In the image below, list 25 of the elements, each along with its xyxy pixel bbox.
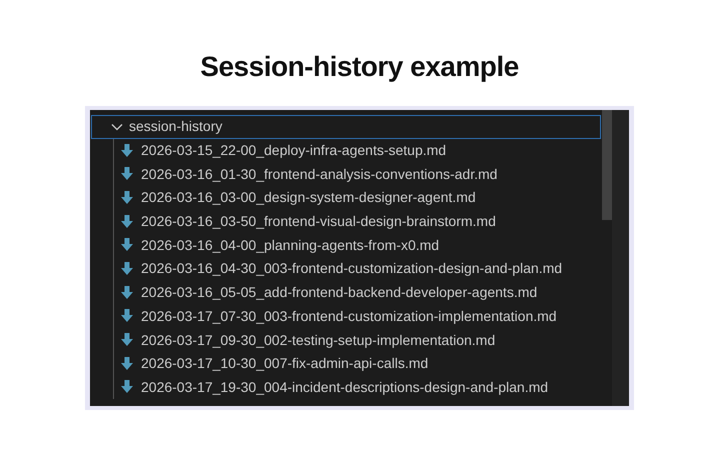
file-row[interactable]: 2026-03-17_19-30_004-incident-descriptions-design-and-plan.md: [121, 376, 602, 400]
page-title: Session-history example: [199, 50, 520, 84]
down-arrow-icon: [121, 356, 133, 371]
folder-row[interactable]: session-history: [91, 115, 601, 139]
down-arrow-icon: [121, 286, 133, 300]
file-row[interactable]: 2026-03-16_01-30_frontend-analysis-conventions-adr.md: [121, 162, 602, 186]
scrollbar-thumb[interactable]: [602, 110, 612, 220]
file-row[interactable]: 2026-03-15_22-00_deploy-infra-agents-setup.md: [121, 138, 602, 162]
down-arrow-icon: [121, 380, 133, 394]
down-arrow-icon: [121, 262, 133, 276]
down-arrow-icon: [121, 309, 133, 324]
down-arrow-icon: [121, 190, 133, 205]
down-arrow-icon: [121, 333, 133, 348]
file-row[interactable]: 2026-03-16_05-05_add-frontend-backend-developer-agents.md: [121, 280, 602, 304]
down-arrow-icon: [121, 167, 133, 182]
down-arrow-icon: [121, 214, 133, 229]
file-row[interactable]: 2026-03-17_09-30_002-testing-setup-implementation.md: [121, 328, 602, 352]
file-row[interactable]: 2026-03-17_10-30_007-fix-admin-api-calls.md: [121, 352, 602, 376]
file-row[interactable]: 2026-03-16_04-00_planning-agents-from-x0.md: [121, 233, 602, 258]
file-row[interactable]: 2026-03-16_04-30_003-frontend-customization-design-and-plan.md: [121, 257, 602, 281]
file-row[interactable]: 2026-03-17_07-30_003-frontend-customization-implementation.md: [121, 304, 602, 328]
down-arrow-icon: [121, 238, 133, 252]
down-arrow-icon: [121, 144, 133, 158]
file-row[interactable]: 2026-03-16_03-00_design-system-designer-agent.md: [121, 186, 602, 210]
file-row[interactable]: 2026-03-16_03-50_frontend-visual-design-brainstorm.md: [121, 210, 602, 234]
